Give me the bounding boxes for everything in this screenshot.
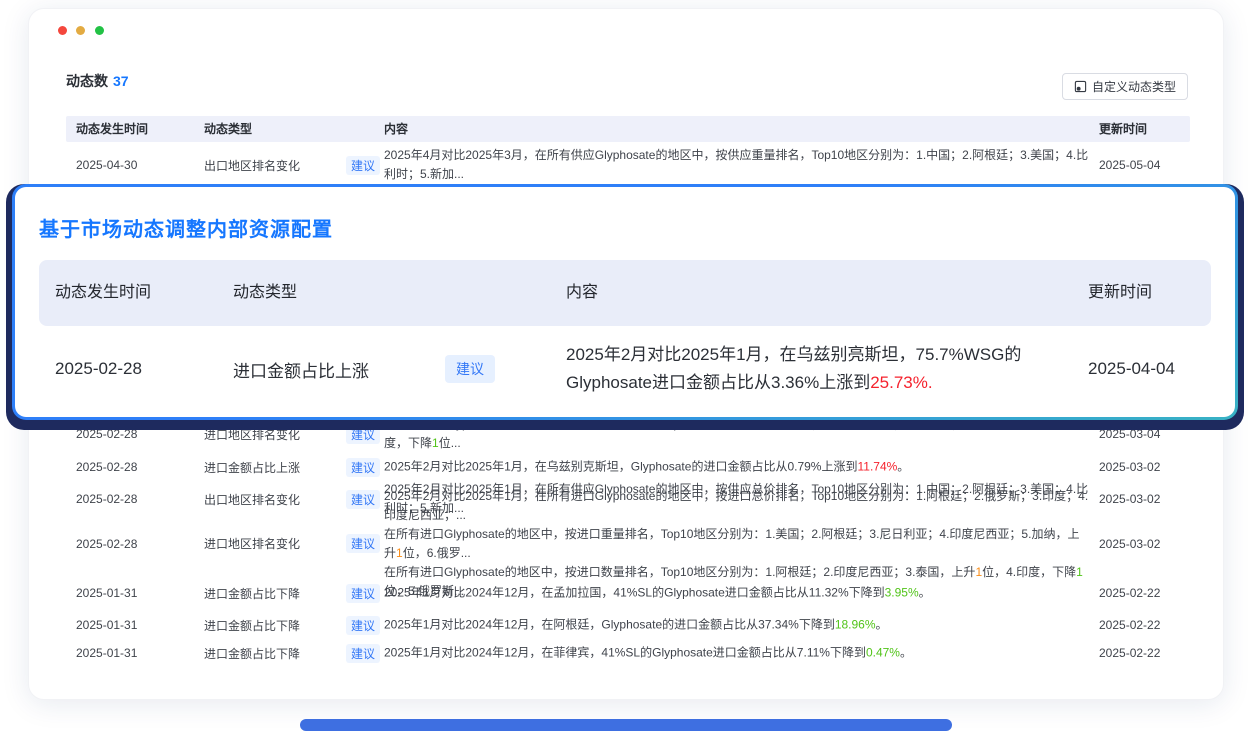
suggestion-tag[interactable]: 建议 (346, 616, 380, 635)
callout-row-date: 2025-02-28 (55, 326, 142, 412)
row-updated: 2025-02-22 (1099, 639, 1160, 667)
suggestion-tag[interactable]: 建议 (346, 156, 380, 175)
row-tag-cell: 建议 (346, 579, 380, 607)
row-date: 2025-01-31 (76, 579, 137, 607)
content-segment: 1 (432, 436, 439, 450)
row-type: 出口地区排名变化 (204, 151, 300, 179)
content-segment: 2025年1月对比2024年12月，在孟加拉国，41%SL的Glyphosate… (384, 586, 885, 600)
content-segment: 2025年4月对比2025年3月，在所有供应Glyphosate的地区中，按供应… (384, 148, 1088, 181)
suggestion-tag[interactable]: 建议 (346, 584, 380, 603)
content-segment: 0.47% (866, 646, 900, 660)
content-segment: 。 (897, 460, 909, 474)
row-content-line: 2025年2月对比2025年1月，在所有进口Glyphosate的地区中，按进口… (384, 487, 1090, 525)
row-updated: 2025-03-02 (1099, 453, 1160, 481)
row-content-line: 2025年4月对比2025年3月，在所有供应Glyphosate的地区中，按供应… (384, 146, 1090, 184)
row-updated: 2025-02-22 (1099, 579, 1160, 607)
suggestion-tag[interactable]: 建议 (445, 355, 495, 383)
row-content: 2025年4月对比2025年3月，在所有供应Glyphosate的地区中，按供应… (384, 146, 1090, 184)
row-date: 2025-02-28 (76, 485, 137, 513)
suggestion-tag[interactable]: 建议 (346, 490, 380, 509)
highlight-callout-card: 基于市场动态调整内部资源配置 动态发生时间 动态类型 内容 更新时间 2025-… (12, 184, 1238, 420)
row-content: 2025年1月对比2024年12月，在菲律宾，41%SL的Glyphosate进… (384, 644, 1090, 663)
callout-table-row[interactable]: 2025-02-28 进口金额占比上涨 建议 2025年2月对比2025年1月，… (39, 326, 1211, 412)
callout-row-content: 2025年2月对比2025年1月，在乌兹别亮斯坦，75.7%WSG的Glypho… (566, 341, 1072, 397)
row-date: 2025-02-28 (76, 453, 137, 481)
row-tag-cell: 建议 (346, 611, 380, 639)
row-content-line: 2025年1月对比2024年12月，在菲律宾，41%SL的Glyphosate进… (384, 644, 1090, 663)
suggestion-tag[interactable]: 建议 (346, 534, 380, 553)
row-tag-cell: 建议 (346, 453, 380, 481)
table-row[interactable]: 2025-02-28 进口金额占比上涨 建议 2025年2月对比2025年1月，在乌兹… (66, 453, 1190, 481)
table-row[interactable]: 2025-02-28进口地区排名变化建议2025年2月对比2025年1月，在所有… (66, 515, 1190, 572)
content-segment: 。 (876, 618, 888, 632)
row-type: 进口金额占比上涨 (204, 453, 300, 481)
callout-row-type: 进口金额占比上涨 (233, 326, 369, 412)
row-type: 进口金额占比下降 (204, 611, 300, 639)
row-content-line: 在所有进口Glyphosate的地区中，按进口重量排名，Top10地区分别为：1… (384, 525, 1090, 563)
row-updated: 2025-02-22 (1099, 611, 1160, 639)
row-type: 出口地区排名变化 (204, 485, 300, 513)
row-updated: 2025-03-02 (1099, 515, 1160, 572)
row-updated: 2025-05-04 (1099, 151, 1160, 179)
row-updated: 2025-03-02 (1099, 485, 1160, 513)
row-tag-cell: 建议 (346, 639, 380, 667)
content-segment: 在所有进口Glyphosate的地区中，按进口数量排名，Top10地区分别为：1… (384, 565, 975, 579)
content-segment: 11.74% (857, 460, 897, 474)
content-segment: 1 (396, 546, 403, 560)
suggestion-tag[interactable]: 建议 (346, 458, 380, 477)
row-date: 2025-02-28 (76, 515, 137, 572)
row-type: 进口金额占比下降 (204, 639, 300, 667)
content-segment: 位，6.俄罗... (403, 546, 471, 560)
content-segment: 2025年1月对比2024年12月，在阿根廷，Glyphosate的进口金额占比… (384, 618, 835, 632)
table-row[interactable]: 2025-01-31 进口金额占比下降 建议 2025年1月对比2024年12月，在菲… (66, 639, 1190, 667)
callout-header-updated: 更新时间 (1088, 260, 1152, 326)
row-content: 2025年2月对比2025年1月，在乌兹别克斯坦，Glyphosate的进口金额… (384, 458, 1090, 477)
row-content: 2025年1月对比2024年12月，在孟加拉国，41%SL的Glyphosate… (384, 584, 1090, 603)
content-segment: 2025年1月对比2024年12月，在菲律宾，41%SL的Glyphosate进… (384, 646, 866, 660)
row-tag-cell: 建议 (346, 515, 380, 572)
row-type: 进口金额占比下降 (204, 579, 300, 607)
row-content-line: 2025年1月对比2024年12月，在孟加拉国，41%SL的Glyphosate… (384, 584, 1090, 603)
table-row[interactable]: 2025-04-30 出口地区排名变化 建议2025年4月对比2025年3月，在所有… (66, 151, 1190, 179)
row-tag-cell: 建议 (346, 151, 380, 179)
row-content: 2025年1月对比2024年12月，在阿根廷，Glyphosate的进口金额占比… (384, 616, 1090, 635)
row-type: 进口地区排名变化 (204, 515, 300, 572)
content-segment: 位... (439, 436, 461, 450)
content-segment: 在所有进口Glyphosate的地区中，按进口重量排名，Top10地区分别为：1… (384, 527, 1079, 560)
content-segment: 位，4.印度，下降 (982, 565, 1076, 579)
callout-header-content: 内容 (566, 260, 598, 326)
content-segment: 3.95% (885, 586, 919, 600)
row-date: 2025-04-30 (76, 151, 137, 179)
table-row[interactable]: 2025-01-31 进口金额占比下降 建议 2025年1月对比2024年12月，在阿… (66, 611, 1190, 639)
content-segment: 2025年2月对比2025年1月，在乌兹别克斯坦，Glyphosate的进口金额… (384, 460, 857, 474)
content-segment: 。 (900, 646, 912, 660)
callout-title: 基于市场动态调整内部资源配置 (39, 213, 333, 242)
content-segment: 18.96% (835, 618, 876, 632)
content-segment: 1 (1076, 565, 1083, 579)
bottom-accent-bar (300, 719, 952, 731)
content-segment: 。 (919, 586, 931, 600)
content-segment: 2025年2月对比2025年1月，在所有进口Glyphosate的地区中，按进口… (384, 489, 1088, 522)
callout-header-type: 动态类型 (233, 260, 297, 326)
callout-header-time: 动态发生时间 (55, 260, 151, 326)
highlight-callout: 基于市场动态调整内部资源配置 动态发生时间 动态类型 内容 更新时间 2025-… (6, 184, 1244, 430)
content-segment: 2025年2月对比2025年1月，在乌兹别亮斯坦，75.7%WSG的Glypho… (566, 345, 1021, 392)
callout-table-header: 动态发生时间 动态类型 内容 更新时间 (39, 260, 1211, 326)
row-date: 2025-01-31 (76, 639, 137, 667)
table-row[interactable]: 2025-01-31 进口金额占比下降 建议 2025年1月对比2024年12月，在孟… (66, 579, 1190, 607)
row-tag-cell: 建议 (346, 485, 380, 513)
row-content-line: 2025年2月对比2025年1月，在乌兹别克斯坦，Glyphosate的进口金额… (384, 458, 1090, 477)
row-content-line: 2025年1月对比2024年12月，在阿根廷，Glyphosate的进口金额占比… (384, 616, 1090, 635)
content-segment: 25.73%. (870, 373, 932, 392)
suggestion-tag[interactable]: 建议 (346, 644, 380, 663)
row-date: 2025-01-31 (76, 611, 137, 639)
callout-row-updated: 2025-04-04 (1088, 326, 1175, 412)
